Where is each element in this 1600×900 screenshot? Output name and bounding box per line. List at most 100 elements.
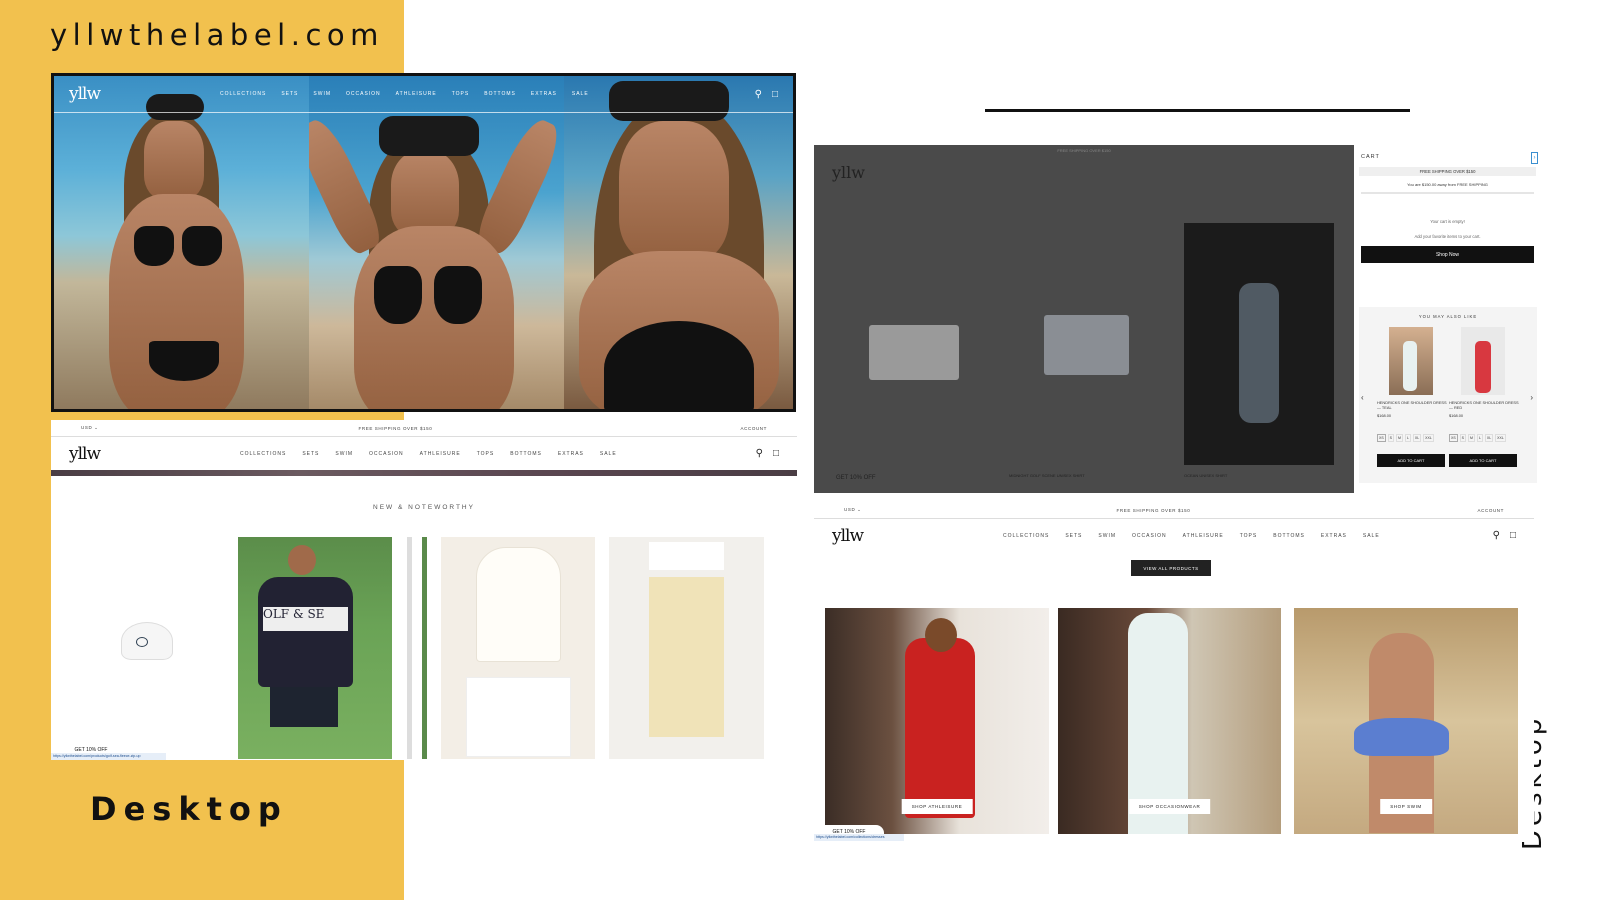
shirt-image-1: [869, 325, 959, 380]
brand-logo[interactable]: yllw: [69, 84, 101, 104]
nav-item-occasion[interactable]: OCCASION: [1132, 533, 1167, 539]
chevron-left-icon[interactable]: ‹: [1361, 393, 1364, 402]
product-card-golf-jacket[interactable]: OLF & SE: [238, 537, 392, 759]
size-option[interactable]: L: [1404, 434, 1411, 442]
shop-occasionwear-button[interactable]: SHOP OCCASIONWEAR: [1128, 799, 1211, 814]
size-option[interactable]: XXL: [1423, 434, 1434, 442]
nav-item-extras[interactable]: EXTRAS: [531, 91, 557, 97]
chevron-right-icon[interactable]: ›: [1530, 393, 1533, 402]
shipping-progress-bar: [1361, 192, 1534, 194]
main-navbar: yllw COLLECTIONS SETS SWIM OCCASION ATHL…: [51, 437, 797, 470]
product-card-cap[interactable]: [51, 537, 231, 759]
nav-item-sets[interactable]: SETS: [302, 451, 319, 457]
shipping-progress-text: You are $150.00 away from FREE SHIPPING: [1407, 182, 1488, 187]
hero-navbar: yllw COLLECTIONS SETS SWIM OCCASION ATHL…: [54, 76, 793, 112]
dress-shape: [1475, 341, 1491, 393]
status-url: https://yllwthelabel.com/collections/dre…: [814, 834, 904, 841]
nav-item-occasion[interactable]: OCCASION: [346, 91, 381, 97]
nav-item-extras[interactable]: EXTRAS: [558, 451, 584, 457]
product-title: MIDNIGHT GOLF SCENE UNISEX SHIRT: [1009, 473, 1085, 478]
size-option[interactable]: XS: [1377, 434, 1386, 442]
add-to-cart-button[interactable]: ADD TO CART: [1377, 454, 1445, 467]
nav-item-athleisure[interactable]: ATHLEISURE: [396, 91, 437, 97]
product-name[interactable]: HENDRICKS ONE SHOULDER DRESS — RED: [1449, 400, 1519, 410]
nav-item-tops[interactable]: TOPS: [1240, 533, 1258, 539]
product-name[interactable]: HENDRICKS ONE SHOULDER DRESS — TEAL: [1377, 400, 1447, 410]
product-card-tank-top[interactable]: [441, 537, 595, 759]
size-option[interactable]: XXL: [1495, 434, 1506, 442]
size-option[interactable]: L: [1476, 434, 1483, 442]
size-option[interactable]: M: [1396, 434, 1403, 442]
shop-now-button[interactable]: Shop Now: [1361, 246, 1534, 263]
nav-item-bottoms[interactable]: BOTTOMS: [484, 91, 516, 97]
nav-item-bottoms[interactable]: BOTTOMS: [1273, 533, 1305, 539]
nav-item-bottoms[interactable]: BOTTOMS: [510, 451, 542, 457]
category-card-swim[interactable]: SHOP SWIM: [1294, 608, 1518, 834]
search-icon[interactable]: ⚲: [756, 448, 763, 459]
nav-item-sale[interactable]: SALE: [600, 451, 617, 457]
nav-item-swim[interactable]: SWIM: [313, 91, 331, 97]
nav-item-swim[interactable]: SWIM: [1098, 533, 1116, 539]
golf-jacket-image: [258, 577, 353, 687]
size-option[interactable]: XS: [1449, 434, 1458, 442]
main-nav-menu: COLLECTIONS SETS SWIM OCCASION ATHLEISUR…: [240, 451, 617, 457]
bag-icon[interactable]: □: [773, 448, 779, 459]
free-shipping-banner: FREE SHIPPING OVER $150: [1359, 167, 1536, 176]
nav-item-athleisure[interactable]: ATHLEISURE: [1183, 533, 1224, 539]
main-navbar: yllw COLLECTIONS SETS SWIM OCCASION ATHL…: [814, 519, 1534, 552]
dress-shape: [1403, 341, 1417, 391]
product-image-red-dress[interactable]: [1461, 327, 1505, 395]
size-option[interactable]: S: [1387, 434, 1395, 442]
nav-item-extras[interactable]: EXTRAS: [1321, 533, 1347, 539]
nav-item-sets[interactable]: SETS: [1065, 533, 1082, 539]
bag-icon[interactable]: □: [772, 89, 778, 100]
hero-image-1: [54, 76, 309, 409]
homepage-screenshot: USD ⌄ FREE SHIPPING OVER $150 ACCOUNT yl…: [51, 420, 797, 760]
nav-item-sale[interactable]: SALE: [572, 91, 589, 97]
nav-item-sale[interactable]: SALE: [1363, 533, 1380, 539]
size-option[interactable]: M: [1468, 434, 1475, 442]
account-link[interactable]: ACCOUNT: [1478, 508, 1504, 513]
main-nav-icons: ⚲ □: [1493, 530, 1516, 541]
close-icon[interactable]: ›: [1531, 152, 1538, 164]
nav-item-occasion[interactable]: OCCASION: [369, 451, 404, 457]
nav-item-swim[interactable]: SWIM: [335, 451, 353, 457]
nav-item-athleisure[interactable]: ATHLEISURE: [420, 451, 461, 457]
product-image-teal-dress[interactable]: [1389, 327, 1433, 395]
shipping-banner: FREE SHIPPING OVER $150: [358, 425, 433, 431]
brand-logo[interactable]: yllw: [69, 444, 101, 464]
category-card-occasionwear[interactable]: SHOP OCCASIONWEAR: [1058, 608, 1281, 834]
bag-icon[interactable]: □: [1510, 530, 1516, 541]
model-photo: [1184, 223, 1334, 465]
nav-item-collections[interactable]: COLLECTIONS: [220, 91, 266, 97]
hero-screenshot: yllw COLLECTIONS SETS SWIM OCCASION ATHL…: [51, 73, 796, 412]
size-selector-teal: XS S M L XL XXL: [1377, 434, 1434, 442]
size-selector-red: XS S M L XL XXL: [1449, 434, 1506, 442]
account-link[interactable]: ACCOUNT: [741, 426, 767, 431]
shop-swim-button[interactable]: SHOP SWIM: [1380, 799, 1432, 814]
currency-selector[interactable]: USD ⌄: [81, 425, 99, 431]
nav-item-collections[interactable]: COLLECTIONS: [240, 451, 286, 457]
size-option[interactable]: S: [1459, 434, 1467, 442]
brand-logo[interactable]: yllw: [832, 526, 864, 546]
hero-nav-icons: ⚲ □: [755, 89, 778, 100]
nav-divider: [54, 112, 793, 113]
product-card-pants[interactable]: [609, 537, 764, 759]
currency-selector[interactable]: USD ⌄: [844, 507, 862, 513]
main-nav-icons: ⚲ □: [756, 448, 779, 459]
shop-athleisure-button[interactable]: SHOP ATHLEISURE: [901, 799, 973, 814]
nav-item-collections[interactable]: COLLECTIONS: [1003, 533, 1049, 539]
decorative-line: [985, 109, 1410, 112]
top-image: [649, 542, 724, 570]
nav-item-tops[interactable]: TOPS: [452, 91, 470, 97]
search-icon[interactable]: ⚲: [755, 89, 762, 100]
nav-item-tops[interactable]: TOPS: [477, 451, 495, 457]
hero-nav-menu: COLLECTIONS SETS SWIM OCCASION ATHLEISUR…: [220, 91, 589, 97]
nav-item-sets[interactable]: SETS: [281, 91, 298, 97]
category-card-athleisure[interactable]: SHOP ATHLEISURE: [825, 608, 1049, 834]
search-icon[interactable]: ⚲: [1493, 530, 1500, 541]
view-all-products-button[interactable]: VIEW ALL PRODUCTS: [1131, 560, 1211, 576]
add-to-cart-button[interactable]: ADD TO CART: [1449, 454, 1517, 467]
size-option[interactable]: XL: [1412, 434, 1422, 442]
size-option[interactable]: XL: [1484, 434, 1494, 442]
